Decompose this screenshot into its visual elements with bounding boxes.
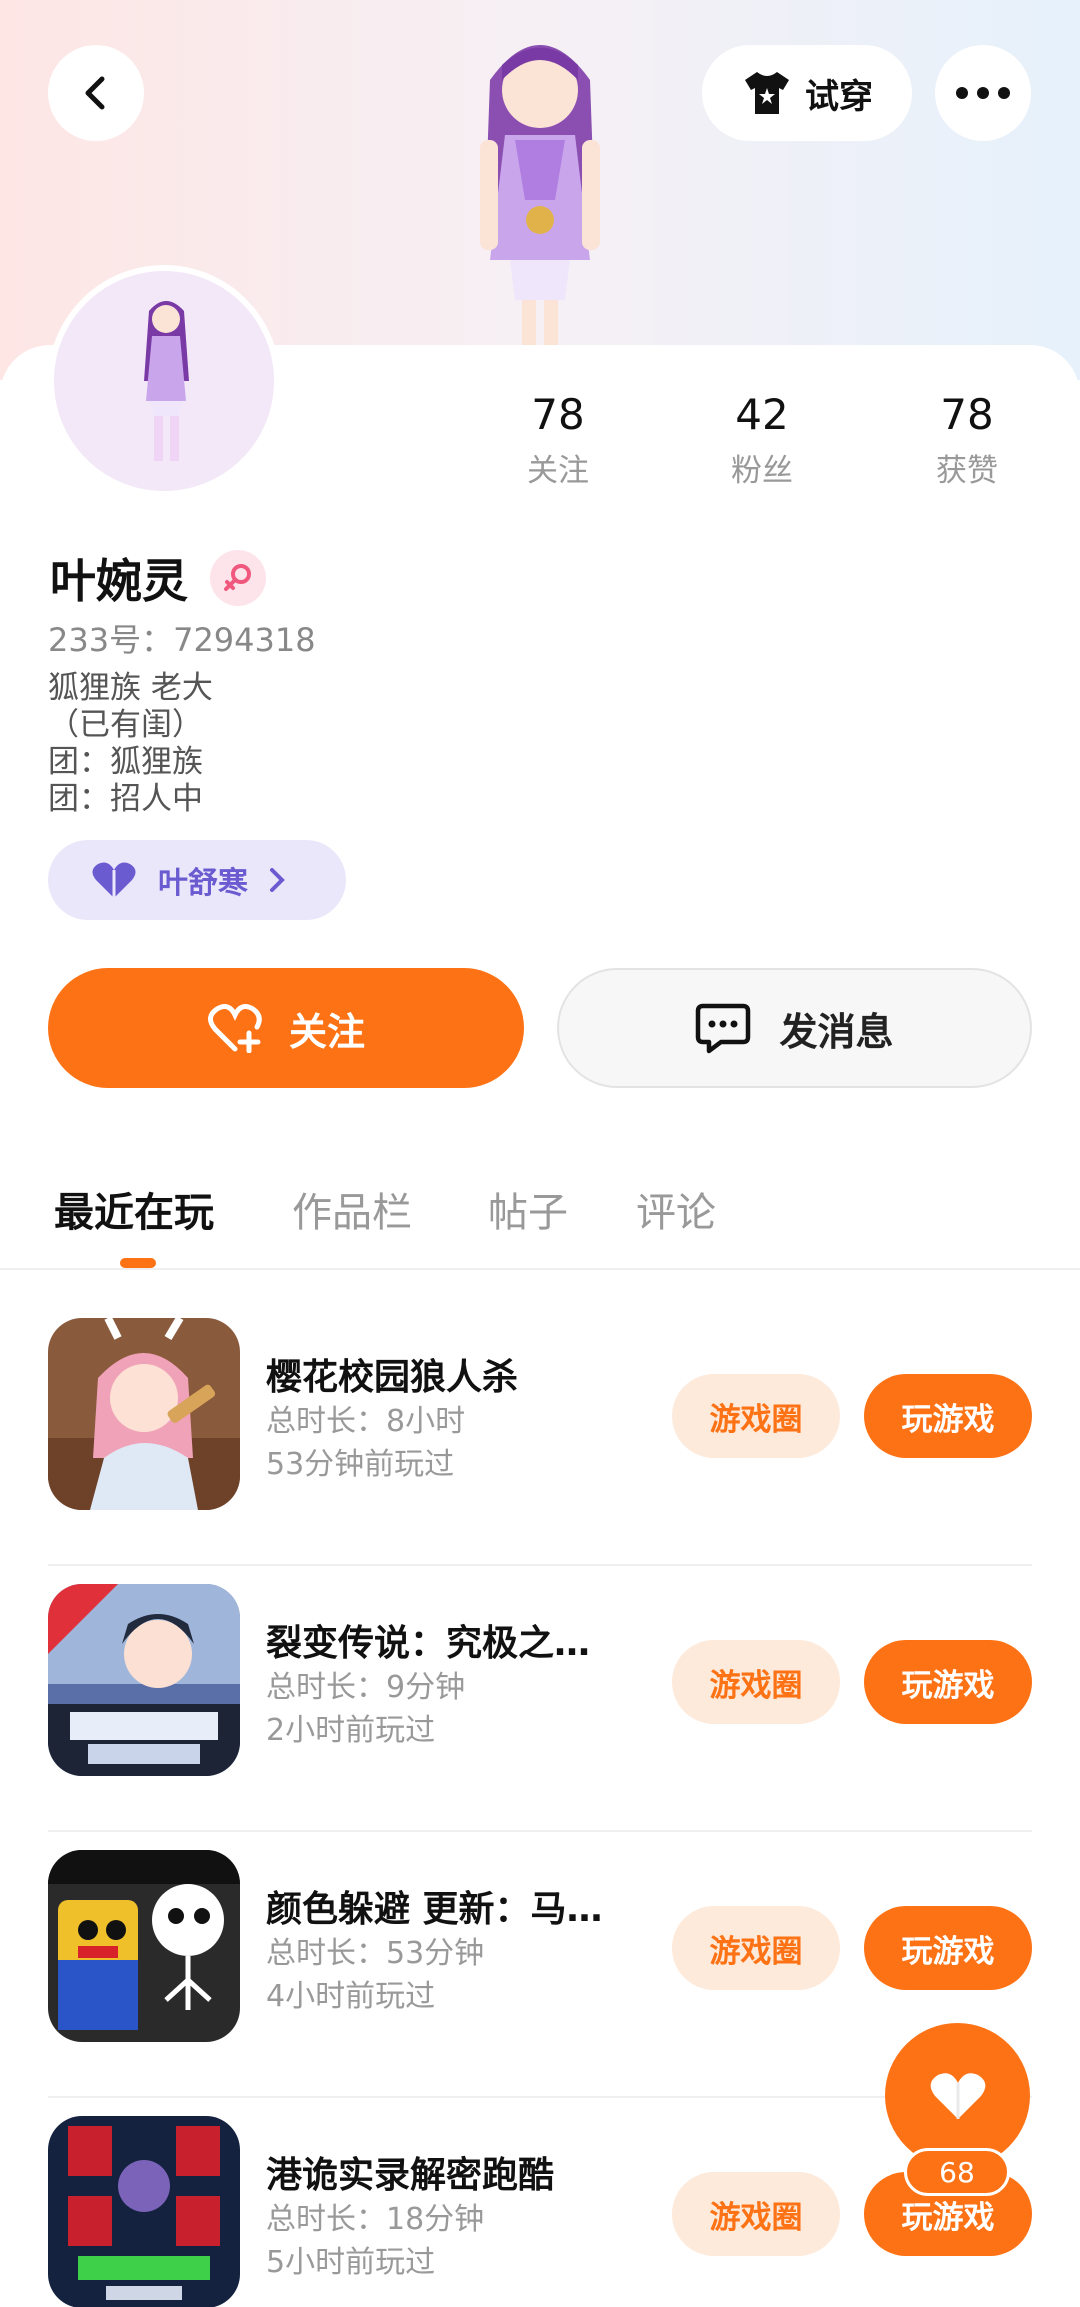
game-meta: 总时长：53分钟 4小时前玩过 xyxy=(266,1932,484,2018)
character-figure xyxy=(480,45,600,350)
game-circle-button[interactable]: 游戏圈 xyxy=(672,2172,840,2256)
game-last-played: 2小时前玩过 xyxy=(266,1713,436,1748)
game-icon xyxy=(48,1318,240,1510)
game-last-played: 53分钟前玩过 xyxy=(266,1447,455,1482)
more-button[interactable] xyxy=(935,45,1031,141)
message-button[interactable]: 发消息 xyxy=(557,968,1032,1088)
game-meta: 总时长：18分钟 5小时前玩过 xyxy=(266,2198,484,2284)
game-duration: 总时长：8小时 xyxy=(266,1404,466,1439)
heart-plus-icon xyxy=(207,1004,262,1053)
play-game-button[interactable]: 玩游戏 xyxy=(864,1906,1032,1990)
nickname-row: 叶婉灵 xyxy=(50,545,266,611)
chat-bubble-icon xyxy=(696,1003,751,1054)
back-button[interactable] xyxy=(48,45,144,141)
profile-tabs: 最近在玩 作品栏 帖子 评论 xyxy=(0,1170,1080,1270)
heart-icon xyxy=(930,2072,985,2119)
cp-tag[interactable]: 叶舒寒 xyxy=(48,840,346,920)
game-title: 樱花校园狼人杀 xyxy=(266,1357,519,1398)
game-duration: 总时长：53分钟 xyxy=(266,1936,485,1971)
game-title: 颜色躲避 更新：马… xyxy=(266,1889,603,1930)
game-meta: 总时长：8小时 53分钟前玩过 xyxy=(266,1400,465,1486)
game-duration: 总时长：18分钟 xyxy=(266,2202,485,2237)
female-icon xyxy=(210,550,266,606)
stat-likes-value: 78 xyxy=(940,390,994,439)
play-game-button[interactable]: 玩游戏 xyxy=(864,1374,1032,1458)
nickname: 叶婉灵 xyxy=(50,554,188,608)
game-circle-button[interactable]: 游戏圈 xyxy=(672,1640,840,1724)
tab-works[interactable]: 作品栏 xyxy=(292,1180,412,1238)
game-title: 港诡实录解密跑酷 xyxy=(266,2155,555,2196)
stat-following-label: 关注 xyxy=(527,453,589,489)
cp-tag-label: 叶舒寒 xyxy=(158,866,248,901)
stat-likes-label: 获赞 xyxy=(936,453,998,489)
play-game-button[interactable]: 玩游戏 xyxy=(864,1640,1032,1724)
game-icon xyxy=(48,1850,240,2042)
stat-following-value: 78 xyxy=(531,390,585,439)
game-circle-button[interactable]: 游戏圈 xyxy=(672,1374,840,1458)
list-item[interactable]: 樱花校园狼人杀 总时长：8小时 53分钟前玩过 游戏圈 玩游戏 xyxy=(0,1300,1080,1566)
game-icon xyxy=(48,1584,240,1776)
game-meta: 总时长：9分钟 2小时前玩过 xyxy=(266,1666,465,1752)
shirt-icon xyxy=(745,72,789,114)
user-id: 233号：7294318 xyxy=(48,621,316,659)
stat-fans-label: 粉丝 xyxy=(731,453,793,489)
game-duration: 总时长：9分钟 xyxy=(266,1670,466,1705)
tab-recent[interactable]: 最近在玩 xyxy=(54,1180,214,1238)
avatar[interactable] xyxy=(48,265,280,497)
heart-icon xyxy=(92,862,136,898)
chevron-right-icon xyxy=(270,868,285,892)
like-count: 68 xyxy=(904,2148,1010,2196)
game-last-played: 4小时前玩过 xyxy=(266,1979,436,2014)
follow-label: 关注 xyxy=(288,1009,365,1054)
stat-following[interactable]: 78 关注 xyxy=(478,390,638,490)
message-label: 发消息 xyxy=(779,1009,894,1054)
stat-fans-value: 42 xyxy=(735,390,789,439)
like-button[interactable] xyxy=(885,2023,1030,2168)
follow-button[interactable]: 关注 xyxy=(48,968,524,1088)
game-icon xyxy=(48,2116,240,2307)
avatar-figure xyxy=(54,271,274,491)
try-on-button[interactable]: 试穿 xyxy=(702,45,912,141)
tab-indicator xyxy=(120,1258,156,1268)
game-title: 裂变传说：究极之… xyxy=(266,1623,591,1664)
game-last-played: 5小时前玩过 xyxy=(266,2245,436,2280)
bio: 狐狸族 老大 （已有闺） 团：狐狸族 团：招人中 xyxy=(48,670,213,817)
tab-comments[interactable]: 评论 xyxy=(636,1180,716,1238)
list-item[interactable]: 裂变传说：究极之… 总时长：9分钟 2小时前玩过 游戏圈 玩游戏 xyxy=(0,1566,1080,1832)
try-on-label: 试穿 xyxy=(805,76,873,117)
chevron-left-icon xyxy=(85,76,105,110)
tab-posts[interactable]: 帖子 xyxy=(488,1180,568,1238)
game-circle-button[interactable]: 游戏圈 xyxy=(672,1906,840,1990)
stat-likes[interactable]: 78 获赞 xyxy=(887,390,1047,490)
stat-fans[interactable]: 42 粉丝 xyxy=(682,390,842,490)
ellipsis-icon xyxy=(956,87,1010,99)
